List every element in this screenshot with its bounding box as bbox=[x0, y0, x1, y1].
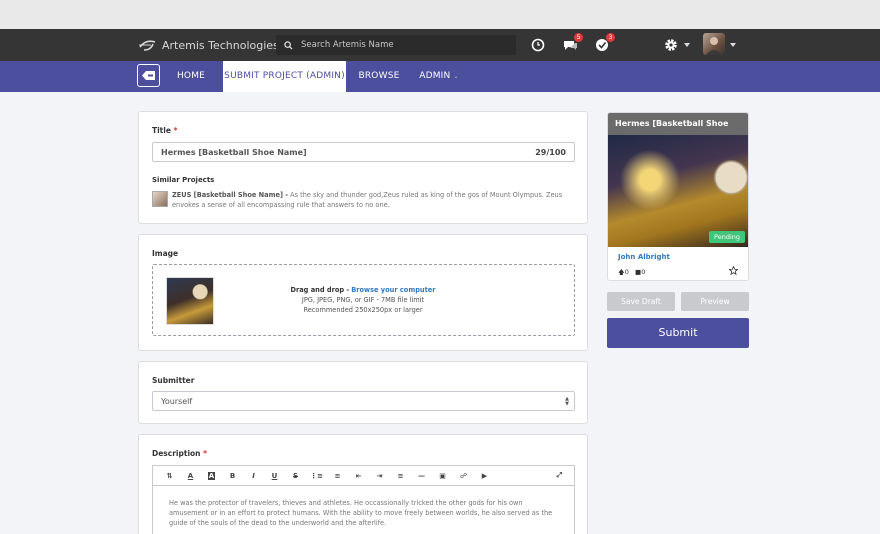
user-photo-icon bbox=[706, 37, 722, 55]
dropzone-instructions: Drag and drop - Browse your computer JPG… bbox=[263, 285, 463, 315]
required-marker: * bbox=[203, 449, 208, 458]
artemis-logo-icon bbox=[139, 40, 156, 51]
indent-icon[interactable]: ⇥ bbox=[369, 466, 390, 486]
outdent-icon[interactable]: ⇤ bbox=[348, 466, 369, 486]
main-nav: HOME SUBMIT PROJECT (ADMIN) BROWSE ADMIN… bbox=[0, 61, 880, 92]
submit-button[interactable]: Submit bbox=[607, 318, 749, 348]
search-icon bbox=[284, 40, 293, 50]
preview-image: Pending bbox=[608, 135, 748, 247]
search-bar[interactable]: Search Artemis Name bbox=[276, 35, 516, 55]
browser-chrome bbox=[0, 0, 880, 29]
nav-browse[interactable]: BROWSE bbox=[354, 61, 404, 92]
submitter-label: Submitter bbox=[152, 376, 195, 385]
chat-badge: 5 bbox=[574, 33, 583, 42]
required-marker: * bbox=[173, 126, 178, 135]
status-badge: Pending bbox=[709, 231, 745, 243]
submitter-selected-value: Yourself bbox=[161, 396, 193, 406]
select-arrows-icon: ▲ ▼ bbox=[565, 396, 569, 407]
search-input[interactable]: Search Artemis Name bbox=[301, 40, 394, 50]
nav-admin[interactable]: ADMIN ⌄ bbox=[414, 61, 464, 92]
messages-button[interactable]: 5 bbox=[561, 33, 583, 54]
title-input[interactable]: Hermes [Basketball Shoe Name] 29/100 bbox=[152, 142, 575, 162]
nav-home[interactable]: HOME bbox=[167, 61, 215, 92]
brand-name: Artemis Technologies bbox=[162, 38, 279, 52]
align-icon[interactable]: ≡ bbox=[390, 466, 411, 486]
similar-project-thumbnail[interactable] bbox=[152, 191, 168, 207]
video-insert-icon[interactable]: ▶ bbox=[474, 466, 495, 486]
image-card: Image Drag and drop - Browse your comput… bbox=[138, 234, 588, 351]
dropzone-drag-text: Drag and drop - bbox=[290, 286, 350, 294]
save-draft-button[interactable]: Save Draft bbox=[607, 292, 675, 311]
title-label-text: Title bbox=[152, 126, 171, 135]
image-insert-icon[interactable]: ▣ bbox=[432, 466, 453, 486]
preview-title: Hermes [Basketball Shoe Name] bbox=[608, 113, 748, 150]
strikethrough-icon[interactable]: S bbox=[285, 466, 306, 486]
nav-admin-label: ADMIN bbox=[419, 71, 451, 81]
editor-toolbar: ⇅ A A B I U S ⋮≡ ≡ ⇤ ⇥ ≡ — ▣ ☍ ▶ ⤢ bbox=[152, 465, 575, 485]
project-preview-card[interactable]: Hermes [Basketball Shoe Name] Pending Jo… bbox=[607, 112, 749, 281]
comment-count: 0 bbox=[641, 268, 646, 276]
star-icon[interactable] bbox=[729, 266, 738, 275]
brand-logo[interactable]: Artemis Technologies bbox=[138, 35, 279, 55]
notification-badge: 3 bbox=[606, 33, 615, 42]
preview-stats: 🡅0 ■0 bbox=[618, 268, 645, 279]
numbered-list-icon[interactable]: ≡ bbox=[327, 466, 348, 486]
description-card: Description * ⇅ A A B I U S ⋮≡ ≡ ⇤ ⇥ ≡ —… bbox=[138, 434, 588, 534]
user-avatar[interactable] bbox=[703, 33, 725, 55]
browse-computer-link[interactable]: Browse your computer bbox=[351, 286, 435, 294]
description-label: Description * bbox=[152, 449, 207, 458]
description-editor[interactable]: He was the protector of travelers, thiev… bbox=[152, 485, 575, 534]
underline-icon[interactable]: U bbox=[264, 466, 285, 486]
bullet-list-icon[interactable]: ⋮≡ bbox=[306, 466, 327, 486]
admin-chevron-down-icon: ⌄ bbox=[453, 73, 459, 80]
similar-project-name: ZEUS [Basketball Shoe Name] - bbox=[172, 191, 289, 199]
clock-icon bbox=[531, 38, 545, 52]
preview-button[interactable]: Preview bbox=[681, 292, 749, 311]
text-color-icon[interactable]: A bbox=[180, 466, 201, 486]
upvote-icon: 🡅 bbox=[618, 268, 625, 276]
similar-projects-label: Similar Projects bbox=[152, 176, 215, 184]
submitter-card: Submitter Yourself ▲ ▼ bbox=[138, 361, 588, 424]
title-input-value: Hermes [Basketball Shoe Name] bbox=[161, 147, 307, 157]
nav-home-logo[interactable] bbox=[137, 64, 160, 87]
highlight-icon[interactable]: A bbox=[201, 466, 222, 486]
image-dropzone[interactable]: Drag and drop - Browse your computer JPG… bbox=[152, 264, 575, 336]
horizontal-rule-icon[interactable]: — bbox=[411, 466, 432, 486]
uploaded-image-thumbnail bbox=[166, 277, 214, 325]
settings-button[interactable] bbox=[662, 36, 680, 54]
heading-icon[interactable]: ⇅ bbox=[159, 466, 180, 486]
top-bar: Artemis Technologies Search Artemis Name… bbox=[0, 29, 880, 61]
notifications-button[interactable]: 3 bbox=[593, 33, 615, 54]
gear-icon bbox=[665, 39, 677, 51]
tag-icon bbox=[142, 71, 155, 80]
bold-icon[interactable]: B bbox=[222, 466, 243, 486]
title-card: Title * Hermes [Basketball Shoe Name] 29… bbox=[138, 111, 588, 224]
settings-chevron-down-icon[interactable] bbox=[684, 43, 690, 47]
nav-submit-project[interactable]: SUBMIT PROJECT (ADMIN) bbox=[223, 61, 346, 92]
description-label-text: Description bbox=[152, 449, 201, 458]
link-icon[interactable]: ☍ bbox=[453, 466, 474, 486]
italic-icon[interactable]: I bbox=[243, 466, 264, 486]
upvote-count: 0 bbox=[624, 268, 629, 276]
image-label: Image bbox=[152, 249, 179, 258]
history-button[interactable] bbox=[529, 36, 547, 54]
preview-author[interactable]: John Albright bbox=[618, 253, 670, 261]
submitter-select[interactable]: Yourself ▲ ▼ bbox=[152, 391, 575, 411]
dropzone-recommended-size: Recommended 250x250px or larger bbox=[303, 306, 423, 314]
title-label: Title * bbox=[152, 126, 178, 135]
user-chevron-down-icon[interactable] bbox=[730, 43, 736, 47]
dropzone-file-types: JPG, JPEG, PNG, or GIF - 7MB file limit bbox=[301, 296, 425, 304]
title-char-count: 29/100 bbox=[535, 147, 566, 157]
similar-project-item[interactable]: ZEUS [Basketball Shoe Name] - As the sky… bbox=[172, 190, 572, 210]
fullscreen-icon[interactable]: ⤢ bbox=[549, 466, 570, 486]
